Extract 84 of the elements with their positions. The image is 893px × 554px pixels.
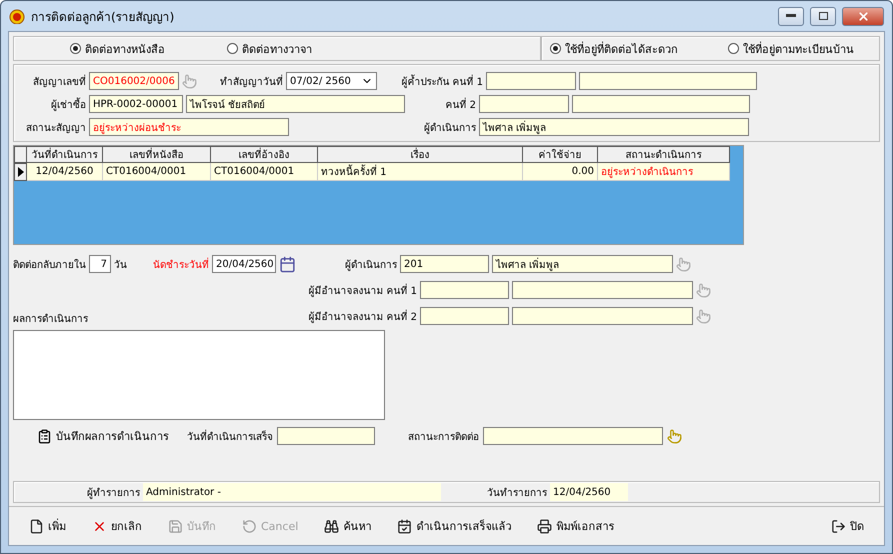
result-text-area[interactable]: [13, 330, 385, 420]
new-document-icon: [29, 518, 44, 534]
maximize-icon: [818, 12, 828, 20]
radio-option[interactable]: ติดต่อทางหนังสือ: [70, 40, 165, 58]
radio-option[interactable]: ติดต่อทางวาจา: [227, 40, 312, 58]
input-field[interactable]: [483, 427, 663, 445]
input-field[interactable]: [512, 281, 693, 299]
input-field[interactable]: [572, 95, 750, 113]
toolbar-button[interactable]: ดำเนินการเสร็จแล้ว: [391, 514, 518, 538]
row-pointer-icon: [18, 167, 24, 177]
calendar-check-icon: [397, 518, 412, 534]
field-label: ทำสัญญาวันที่: [219, 74, 283, 88]
column-header[interactable]: วันที่ดำเนินการ: [27, 146, 103, 163]
toolbar-button[interactable]: ยกเลิก: [86, 514, 148, 538]
field-label: สถานะสัญญา: [25, 122, 86, 134]
input-field[interactable]: [277, 427, 375, 445]
recorder-value: Administrator -: [143, 483, 441, 501]
column-header[interactable]: สถานะดำเนินการ: [598, 146, 730, 163]
column-header[interactable]: เลขที่หนังสือ: [103, 146, 211, 163]
printer-icon: [537, 518, 552, 534]
field-label: ผลการดำเนินการ: [13, 312, 88, 326]
minimize-icon: [786, 14, 796, 18]
table-cell: 12/04/2560: [27, 163, 103, 181]
column-header[interactable]: ค่าใช้จ่าย: [523, 146, 598, 163]
input-field[interactable]: อยู่ระหว่างผ่อนชำระ: [89, 118, 289, 136]
field-label: วันที่ดำเนินการเสร็จ: [186, 428, 273, 444]
field-label: สัญญาเลขที่: [32, 74, 86, 88]
save-icon: [168, 518, 183, 534]
toolbar-button[interactable]: ปิด: [825, 514, 870, 538]
minimize-button[interactable]: [778, 6, 804, 26]
field-label: ผู้มีอำนาจลงนาม คนที่ 1: [307, 282, 417, 298]
binoculars-icon: [324, 518, 340, 534]
input-field[interactable]: [486, 72, 576, 90]
input-field[interactable]: CO016002/0006: [89, 72, 179, 90]
input-field[interactable]: ไพโรจน์ ชัยสถิตย์: [186, 95, 405, 113]
input-field[interactable]: [420, 307, 509, 325]
toolbar-button[interactable]: เพิ่ม: [23, 514, 72, 538]
input-field[interactable]: [479, 95, 569, 113]
calendar-icon[interactable]: [279, 256, 296, 272]
field-label: ผู้ดำเนินการ: [423, 122, 476, 134]
toolbar-button[interactable]: ค้นหา: [318, 514, 378, 538]
column-header[interactable]: เรื่อง: [318, 146, 523, 163]
maximize-button[interactable]: [810, 6, 836, 26]
exit-door-icon: [831, 518, 846, 534]
save-result-button[interactable]: บันทึกผลการดำเนินการ: [37, 427, 169, 445]
input-field[interactable]: HPR-0002-00001: [89, 95, 183, 113]
table-cell: 0.00: [523, 163, 598, 181]
field-label: คนที่ 2: [444, 96, 476, 112]
field-label: ผู้ค้ำประกัน คนที่ 1: [400, 74, 483, 88]
clipboard-icon: [37, 428, 52, 444]
toolbar-button[interactable]: พิมพ์เอกสาร: [531, 514, 620, 538]
input-field[interactable]: ไพศาล เพิ่มพูล: [479, 118, 749, 136]
input-field[interactable]: [579, 72, 757, 90]
table-cell: CT016004/0001: [211, 163, 318, 181]
close-button[interactable]: [842, 6, 884, 26]
column-header[interactable]: เลขที่อ้างอิง: [211, 146, 318, 163]
row-pointer[interactable]: [14, 163, 27, 181]
radio-option[interactable]: ใช้ที่อยู่ตามทะเบียนบ้าน: [728, 40, 854, 58]
close-icon: [856, 10, 870, 22]
window-title: การติดต่อลูกค้า(รายสัญญา): [31, 8, 176, 26]
unit-label: วัน: [114, 258, 127, 272]
record-date-value: 12/04/2560: [550, 483, 628, 501]
undo-icon: [242, 518, 257, 534]
field-label: ผู้ทำรายการ: [86, 486, 140, 500]
app-logo-icon: [9, 8, 25, 24]
input-field[interactable]: ไพศาล เพิ่มพูล: [492, 255, 673, 273]
field-label: สถานะการติดต่อ: [407, 430, 479, 444]
date-dropdown[interactable]: 07/02/ 2560: [286, 72, 377, 90]
radio-option[interactable]: ใช้ที่อยู่ที่ติดต่อได้สะดวก: [550, 40, 678, 58]
date-input[interactable]: 20/04/2560: [212, 255, 276, 273]
field-label: วันทำรายการ: [486, 486, 547, 500]
table-cell: ทวงหนี้ครั้งที่ 1: [318, 163, 523, 181]
input-field[interactable]: 201: [400, 255, 489, 273]
field-label: ผู้ดำเนินการ: [344, 258, 397, 272]
days-input[interactable]: 7: [89, 255, 111, 273]
field-label: ผู้เช่าซื้อ: [50, 96, 86, 112]
input-field[interactable]: [512, 307, 693, 325]
table-cell: CT016004/0001: [103, 163, 211, 181]
field-label: นัดชำระวันที่: [153, 256, 209, 272]
field-label: ติดต่อกลับภายใน: [13, 258, 86, 272]
row-header: [14, 146, 27, 163]
input-field[interactable]: [420, 281, 509, 299]
table-cell: อยู่ระหว่างดำเนินการ: [598, 163, 730, 181]
field-label: ผู้มีอำนาจลงนาม คนที่ 2: [307, 308, 417, 324]
